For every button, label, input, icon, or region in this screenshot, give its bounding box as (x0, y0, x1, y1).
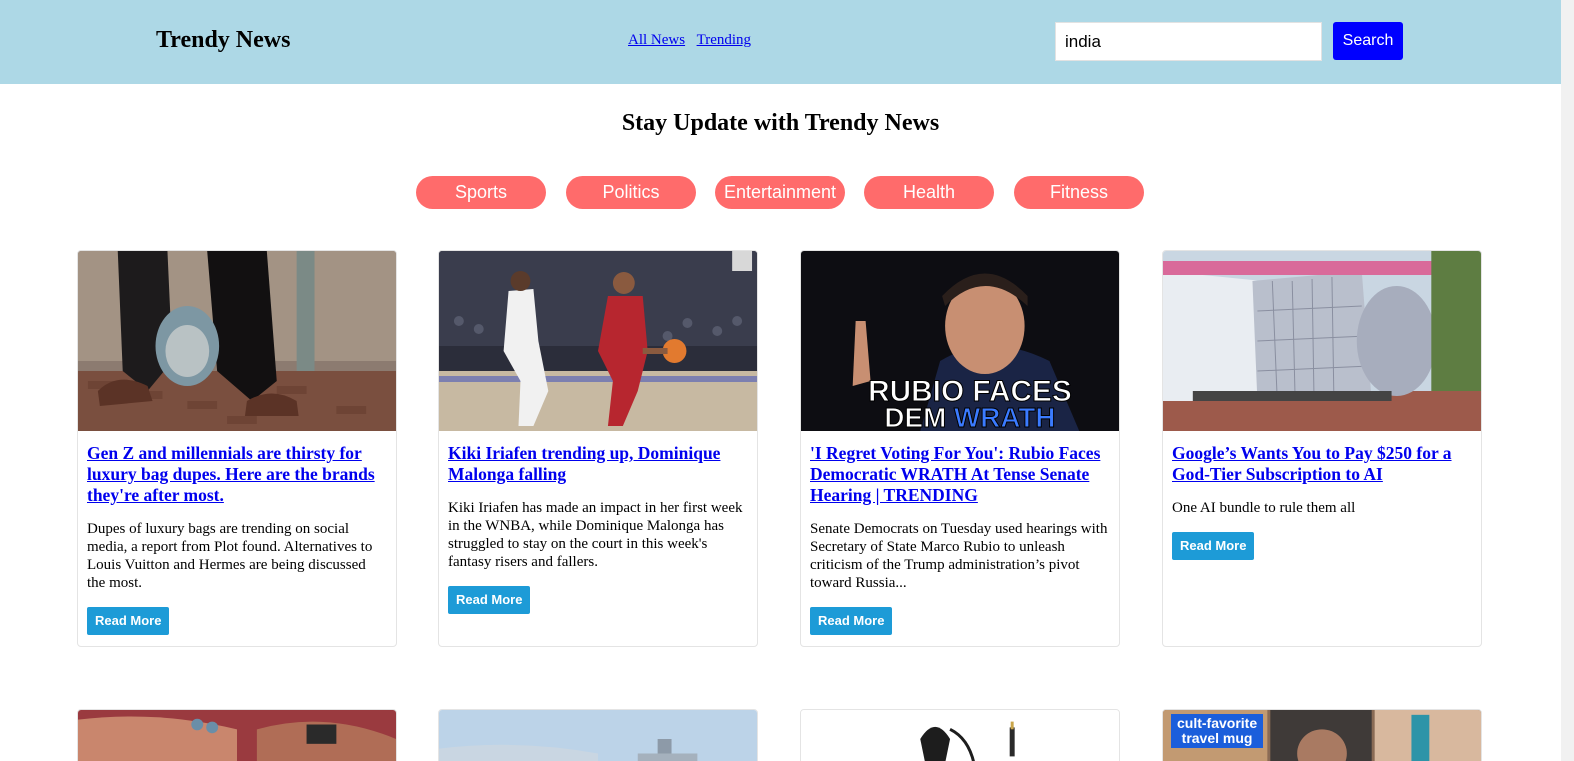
travel-mug-tag: cult-favorite travel mug (1171, 714, 1264, 748)
read-more-button[interactable]: Read More (87, 607, 170, 635)
news-card: RUBIO FACES DEM WRATH 'I Regret Voting F… (800, 250, 1120, 647)
page-title: Stay Update with Trendy News (621, 110, 940, 136)
nav-links: All News Trending (628, 32, 759, 49)
news-card-image[interactable] (438, 709, 758, 761)
read-more-button[interactable]: Read More (810, 607, 893, 635)
news-card-image[interactable] (78, 251, 396, 431)
read-more-button[interactable]: Read More (448, 586, 531, 614)
news-card-title[interactable]: Gen Z and millennials are thirsty for lu… (87, 443, 387, 506)
news-card-description: Kiki Iriafen has made an impact in her f… (448, 500, 743, 570)
svg-text:DEM WRATH: DEM WRATH (884, 402, 1055, 431)
nav-all-news-link[interactable]: All News (628, 32, 685, 48)
top-navbar: Trendy News All News Trending Search (0, 0, 1561, 84)
news-card: Kiki Iriafen trending up, Dominique Malo… (438, 250, 758, 647)
news-card-title[interactable]: 'I Regret Voting For You': Rubio Faces D… (810, 443, 1110, 506)
category-sports-button[interactable]: Sports (416, 176, 546, 209)
news-card-title[interactable]: Kiki Iriafen trending up, Dominique Malo… (448, 443, 748, 485)
category-politics-button[interactable]: Politics (566, 176, 696, 209)
category-fitness-button[interactable]: Fitness (1014, 176, 1144, 209)
news-card-description: Dupes of luxury bags are trending on soc… (87, 521, 373, 591)
news-card-image[interactable] (800, 709, 1120, 761)
news-card-image[interactable] (439, 251, 757, 431)
nav-trending-link[interactable]: Trending (697, 32, 751, 48)
category-entertainment-button[interactable]: Entertainment (715, 176, 845, 209)
news-card-image[interactable] (1163, 251, 1481, 431)
news-card-description: One AI bundle to rule them all (1172, 500, 1356, 516)
news-card: Gen Z and millennials are thirsty for lu… (77, 250, 397, 647)
news-card: Google’s Wants You to Pay $250 for a God… (1162, 250, 1482, 647)
news-card-image[interactable]: cult-favorite travel mug (1162, 709, 1482, 761)
search-input[interactable] (1055, 22, 1322, 61)
page-scrollbar[interactable] (1561, 0, 1574, 761)
search-button[interactable]: Search (1333, 22, 1403, 60)
news-card-description: Senate Democrats on Tuesday used hearing… (810, 521, 1108, 591)
news-card-title[interactable]: Google’s Wants You to Pay $250 for a God… (1172, 443, 1472, 485)
read-more-button[interactable]: Read More (1172, 532, 1255, 560)
category-health-button[interactable]: Health (864, 176, 994, 209)
travel-tag-line1: cult-favorite (1177, 715, 1258, 731)
news-card-image[interactable]: RUBIO FACES DEM WRATH (801, 251, 1119, 431)
image-caption-dem: DEM (884, 402, 954, 431)
site-brand[interactable]: Trendy News (156, 27, 290, 54)
travel-tag-line2: travel mug (1181, 730, 1253, 746)
image-caption-wrath: WRATH (954, 402, 1055, 431)
news-card-image[interactable] (77, 709, 397, 761)
